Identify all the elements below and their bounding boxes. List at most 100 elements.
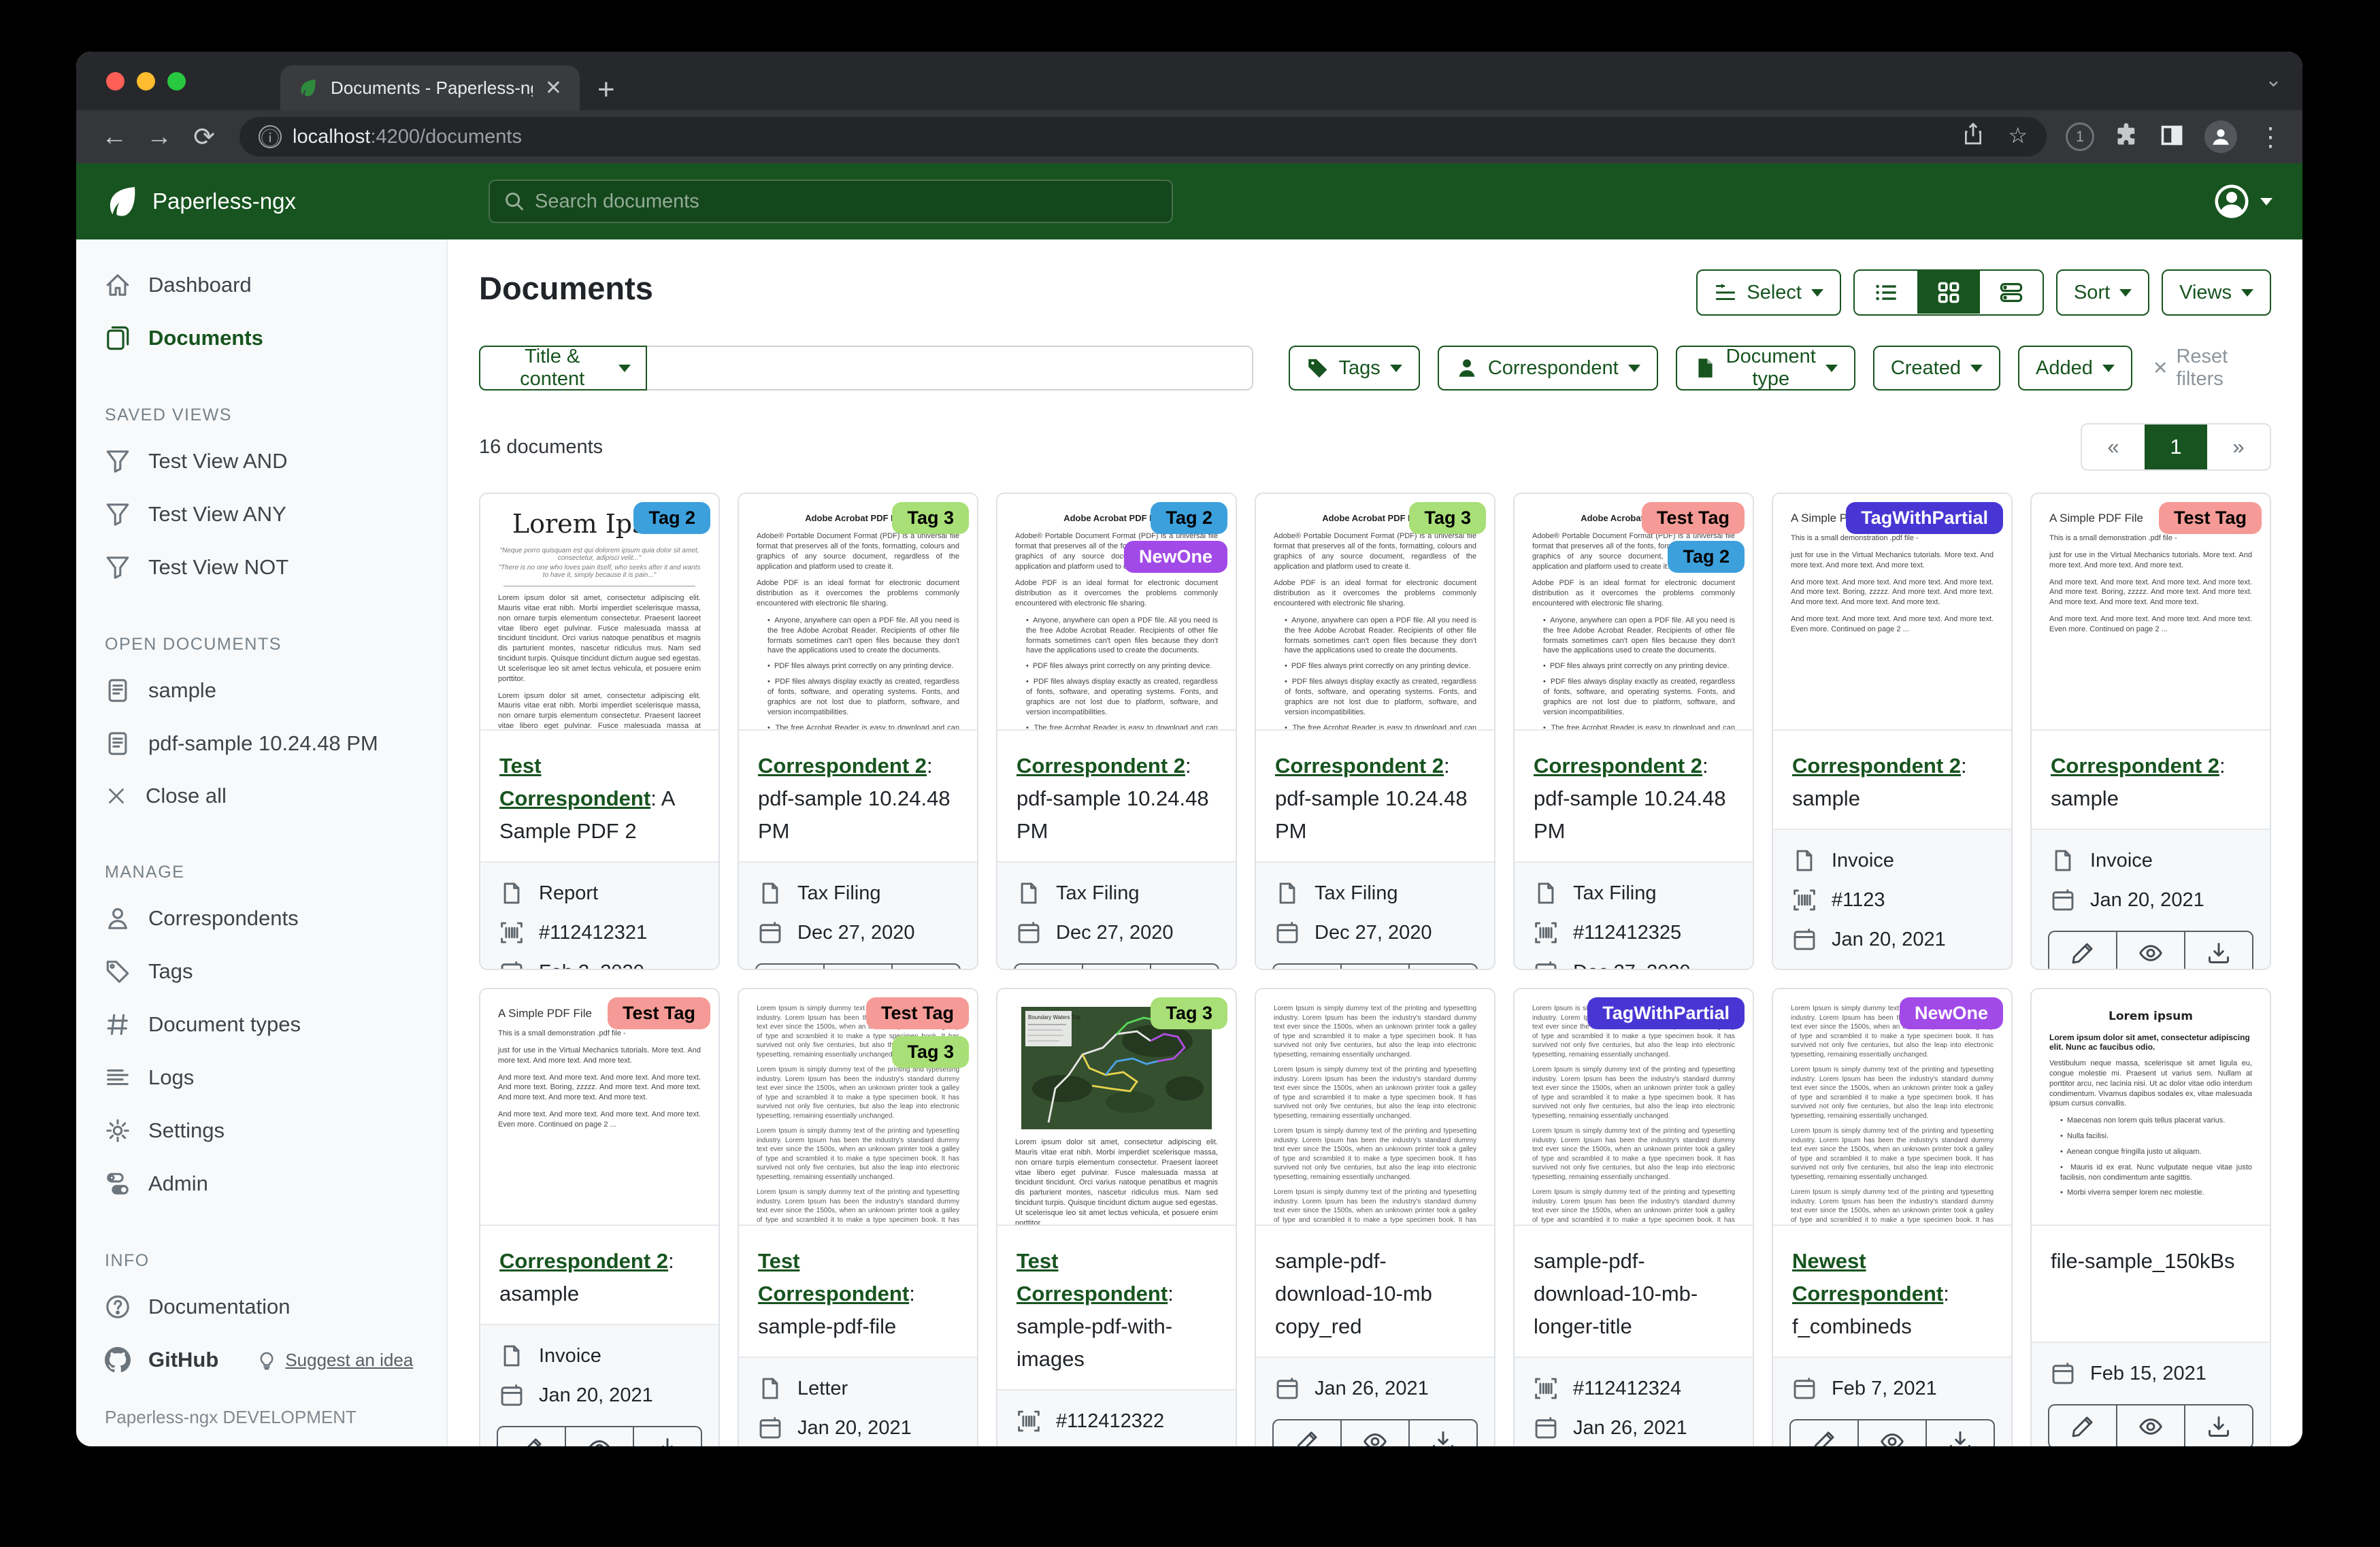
document-card[interactable]: Adobe Acrobat PDF FilesAdobe® Portable D…	[1255, 493, 1495, 970]
document-card[interactable]: Adobe Acrobat PDF FilesAdobe® Portable D…	[996, 493, 1237, 970]
document-thumbnail[interactable]: Lorem Ipsum is simply dummy text of the …	[1256, 989, 1494, 1226]
document-type-row[interactable]: Tax Filing	[755, 874, 961, 913]
correspondent-link[interactable]: Correspondent 2	[1017, 754, 1185, 778]
sidebar-item-test-view-any[interactable]: Test View ANY	[76, 488, 446, 541]
tag-badge[interactable]: Tag 3	[1409, 502, 1486, 534]
views-dropdown-button[interactable]: Views	[2162, 269, 2271, 316]
document-card[interactable]: Lorem Ipsum is simply dummy text of the …	[1513, 988, 1754, 1446]
sort-dropdown-button[interactable]: Sort	[2056, 269, 2149, 316]
reset-filters-button[interactable]: ✕ Reset filters	[2153, 346, 2271, 390]
document-card[interactable]: Lorem Ipsum is simply dummy text of the …	[1255, 988, 1495, 1446]
tag-badge[interactable]: Tag 2	[1151, 502, 1227, 534]
tag-badge[interactable]: Test Tag	[866, 997, 969, 1029]
sidebar-item-close-all[interactable]: Close all	[76, 770, 446, 822]
maximize-window-button[interactable]	[167, 72, 186, 90]
correspondent-link[interactable]: Correspondent 2	[499, 1249, 668, 1273]
document-type-row[interactable]: Letter	[755, 1369, 961, 1408]
tag-badge[interactable]: Test Tag	[1642, 502, 1745, 534]
document-thumbnail[interactable]: Lorem ipsumLorem ipsum dolor sit amet, c…	[2032, 989, 2270, 1226]
sidebar-item-dashboard[interactable]: Dashboard	[76, 259, 446, 312]
asn-row[interactable]: #112412321	[497, 913, 702, 952]
document-card[interactable]: Adobe Acrobat PDF FilesAdobe® Portable D…	[1513, 493, 1754, 970]
correspondent-link[interactable]: Test Correspondent	[499, 754, 650, 810]
browser-menu-icon[interactable]: ⋮	[2258, 122, 2283, 152]
tag-badge[interactable]: Tag 2	[1668, 541, 1745, 573]
sidebar-item-test-view-not[interactable]: Test View NOT	[76, 541, 446, 594]
view-button[interactable]	[2117, 931, 2185, 970]
edit-button[interactable]	[1272, 1419, 1341, 1446]
sidebar-item-pdf-sample-10-24-48-pm[interactable]: pdf-sample 10.24.48 PM	[76, 717, 446, 770]
edit-button[interactable]	[2048, 931, 2117, 970]
side-panel-icon[interactable]	[2160, 123, 2184, 151]
download-button[interactable]	[1409, 1419, 1478, 1446]
sidebar-item-logs[interactable]: Logs	[76, 1051, 446, 1104]
sidebar-item-document-types[interactable]: Document types	[76, 998, 446, 1051]
view-button[interactable]	[2117, 1404, 2185, 1446]
document-card[interactable]: Boundary Waters Trip Lorem ipsum dolor s…	[996, 988, 1237, 1446]
sidebar-item-admin[interactable]: Admin	[76, 1157, 446, 1210]
correspondent-link[interactable]: Test Correspondent	[758, 1249, 909, 1305]
document-card[interactable]: Lorem Ipsum is simply dummy text of the …	[738, 988, 978, 1446]
address-bar[interactable]: ⓘ localhost:4200/documents ☆	[239, 117, 2047, 156]
tag-badge[interactable]: Test Tag	[2159, 502, 2262, 534]
added-filter-button[interactable]: Added	[2018, 346, 2132, 390]
tag-badge[interactable]: TagWithPartial	[1587, 997, 1745, 1029]
detail-view-button[interactable]	[1980, 271, 2043, 314]
window-controls[interactable]	[106, 72, 186, 90]
document-type-row[interactable]: Invoice	[1789, 841, 1995, 880]
sidebar-item-github[interactable]: GitHubSuggest an idea	[76, 1333, 446, 1386]
download-button[interactable]	[633, 1426, 702, 1446]
document-card[interactable]: Lorem Ipsum"Neque porro quisquam est qui…	[479, 493, 720, 970]
correspondent-link[interactable]: Correspondent 2	[1275, 754, 1444, 778]
sidebar-item-documents[interactable]: Documents	[76, 312, 446, 365]
sidebar-item-sample[interactable]: sample	[76, 664, 446, 717]
list-view-button[interactable]	[1855, 271, 1917, 314]
tag-badge[interactable]: NewOne	[1900, 997, 2003, 1029]
sidebar-item-documentation[interactable]: Documentation	[76, 1280, 446, 1333]
tags-filter-button[interactable]: Tags	[1289, 346, 1420, 390]
document-type-row[interactable]: Invoice	[2048, 841, 2253, 880]
browser-profile-avatar[interactable]	[2204, 120, 2237, 153]
edit-button[interactable]	[2048, 1404, 2117, 1446]
view-button[interactable]	[565, 1426, 633, 1446]
document-type-row[interactable]: Report	[497, 874, 702, 913]
document-type-row[interactable]: Tax Filing	[1014, 874, 1219, 913]
edit-button[interactable]	[1014, 963, 1082, 970]
document-type-row[interactable]: Tax Filing	[1272, 874, 1478, 913]
document-card[interactable]: A Simple PDF FileThis is a small demonst…	[479, 988, 720, 1446]
tab-search-chevron-icon[interactable]: ⌄	[2265, 68, 2282, 92]
document-card[interactable]: Lorem ipsumLorem ipsum dolor sit amet, c…	[2030, 988, 2271, 1446]
new-tab-button[interactable]: +	[597, 75, 615, 105]
edit-button[interactable]	[1789, 1419, 1858, 1446]
title-content-input[interactable]	[647, 346, 1253, 390]
correspondent-link[interactable]: Correspondent 2	[2051, 754, 2219, 778]
asn-row[interactable]: #1123	[1789, 880, 1995, 920]
view-button[interactable]	[1341, 1419, 1409, 1446]
browser-tab[interactable]: Documents - Paperless-ngx ✕	[280, 65, 580, 110]
close-window-button[interactable]	[106, 72, 125, 90]
asn-row[interactable]: #112412322	[1014, 1401, 1219, 1441]
document-type-filter-button[interactable]: Document type	[1676, 346, 1855, 390]
asn-row[interactable]: #112412325	[1531, 913, 1736, 952]
site-info-icon[interactable]: ⓘ	[259, 125, 282, 148]
download-button[interactable]	[2185, 1404, 2253, 1446]
bookmark-star-icon[interactable]: ☆	[2008, 122, 2028, 151]
correspondent-filter-button[interactable]: Correspondent	[1438, 346, 1658, 390]
correspondent-link[interactable]: Test Correspondent	[1017, 1249, 1168, 1305]
correspondent-link[interactable]: Newest Correspondent	[1792, 1249, 1943, 1305]
download-button[interactable]	[1926, 1419, 1995, 1446]
correspondent-link[interactable]: Correspondent 2	[758, 754, 927, 778]
select-dropdown-button[interactable]: Select	[1696, 269, 1841, 316]
sidebar-item-tags[interactable]: Tags	[76, 945, 446, 998]
asn-row[interactable]: #112412324	[1531, 1369, 1736, 1408]
edit-button[interactable]	[497, 1426, 565, 1446]
tag-badge[interactable]: Tag 3	[892, 502, 969, 534]
password-extension-icon[interactable]: 1	[2066, 122, 2094, 151]
edit-button[interactable]	[1272, 963, 1341, 970]
tag-badge[interactable]: Tag 3	[1151, 997, 1227, 1029]
tab-close-icon[interactable]: ✕	[545, 76, 562, 100]
view-button[interactable]	[1858, 1419, 1926, 1446]
view-button[interactable]	[1082, 963, 1151, 970]
page-prev-button[interactable]: «	[2082, 425, 2145, 469]
document-type-row[interactable]: Invoice	[497, 1336, 702, 1376]
